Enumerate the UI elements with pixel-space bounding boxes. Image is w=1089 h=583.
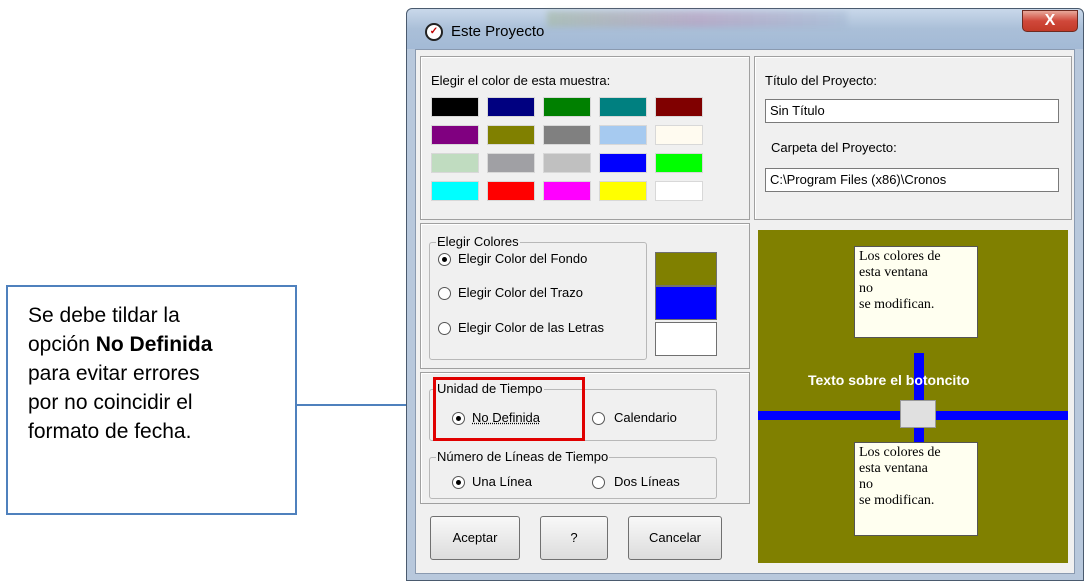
callout-line-2-prefix: opción <box>28 333 96 356</box>
colors-group: Elegir Colores Elegir Color del Fondo El… <box>429 234 647 360</box>
background-color-preview[interactable] <box>655 252 717 286</box>
radio-calendario[interactable] <box>592 412 605 425</box>
palette-label: Elegir el color de esta muestra: <box>431 73 611 88</box>
color-swatch[interactable] <box>543 125 591 145</box>
project-title-input[interactable]: Sin Título <box>765 99 1059 123</box>
color-swatch[interactable] <box>655 97 703 117</box>
callout-line-2: opción No Definida <box>28 330 295 359</box>
cancel-button[interactable]: Cancelar <box>628 516 722 560</box>
color-swatch[interactable] <box>655 153 703 173</box>
radio-una-linea[interactable] <box>452 476 465 489</box>
close-button[interactable]: X <box>1022 10 1078 32</box>
radio-stroke-color[interactable] <box>438 287 451 300</box>
color-swatch[interactable] <box>543 181 591 201</box>
color-swatch[interactable] <box>599 181 647 201</box>
color-swatch[interactable] <box>655 125 703 145</box>
option-background-label[interactable]: Elegir Color del Fondo <box>458 251 587 266</box>
palette-panel: Elegir el color de esta muestra: <box>420 56 750 220</box>
colors-panel: Elegir Colores Elegir Color del Fondo El… <box>420 223 750 369</box>
timelines-group: Número de Líneas de Tiempo Una Línea Dos… <box>429 449 717 499</box>
annotation-callout: Se debe tildar la opción No Definida par… <box>6 285 297 515</box>
callout-line-1: Se debe tildar la <box>28 304 180 327</box>
color-swatch[interactable] <box>543 97 591 117</box>
callout-line-4: por no coincidir el <box>28 391 193 414</box>
color-swatch[interactable] <box>431 97 479 117</box>
project-dialog: ✓ Este Proyecto X Elegir el color de est… <box>406 8 1084 581</box>
project-folder-input[interactable]: C:\Program Files (x86)\Cronos <box>765 168 1059 192</box>
color-swatch[interactable] <box>487 153 535 173</box>
color-swatch[interactable] <box>599 125 647 145</box>
dialog-client-area: Elegir el color de esta muestra: Título … <box>415 49 1075 574</box>
option-stroke-label[interactable]: Elegir Color del Trazo <box>458 285 583 300</box>
color-swatch[interactable] <box>487 125 535 145</box>
color-preview-area: Los colores de esta ventana no se modifi… <box>758 230 1068 563</box>
color-swatch[interactable] <box>431 153 479 173</box>
callout-line-5: formato de fecha. <box>28 420 192 443</box>
color-swatch[interactable] <box>655 181 703 201</box>
color-swatch[interactable] <box>431 125 479 145</box>
option-una-linea-label[interactable]: Una Línea <box>472 474 532 489</box>
preview-note-top: Los colores de esta ventana no se modifi… <box>854 246 978 338</box>
color-swatch[interactable] <box>487 181 535 201</box>
window-title: Este Proyecto <box>451 23 545 40</box>
color-swatch[interactable] <box>431 181 479 201</box>
option-letters-label[interactable]: Elegir Color de las Letras <box>458 320 604 335</box>
color-swatch[interactable] <box>487 97 535 117</box>
title-bar[interactable]: ✓ Este Proyecto X <box>407 9 1083 49</box>
colors-group-label: Elegir Colores <box>436 234 520 249</box>
preview-note-bottom: Los colores de esta ventana no se modifi… <box>854 442 978 536</box>
radio-background-color[interactable] <box>438 253 451 266</box>
annotation-highlight-box <box>433 377 585 441</box>
project-title-label: Título del Proyecto: <box>765 73 877 88</box>
stroke-color-preview[interactable] <box>655 286 717 320</box>
color-swatch[interactable] <box>599 97 647 117</box>
accept-button[interactable]: Aceptar <box>430 516 520 560</box>
radio-letters-color[interactable] <box>438 322 451 335</box>
title-bar-background-blur <box>547 11 847 27</box>
letters-color-preview[interactable] <box>655 322 717 356</box>
option-calendario-label[interactable]: Calendario <box>614 410 677 425</box>
clock-check-icon: ✓ <box>425 23 443 41</box>
radio-dos-lineas[interactable] <box>592 476 605 489</box>
preview-small-button[interactable] <box>900 400 936 428</box>
project-info-panel: Título del Proyecto: Sin Título Carpeta … <box>754 56 1072 220</box>
callout-highlight-text: No Definida <box>95 333 213 356</box>
timelines-group-label: Número de Líneas de Tiempo <box>436 449 610 464</box>
color-swatch[interactable] <box>599 153 647 173</box>
help-button[interactable]: ? <box>540 516 608 560</box>
color-swatch[interactable] <box>543 153 591 173</box>
project-folder-label: Carpeta del Proyecto: <box>771 140 897 155</box>
option-dos-lineas-label[interactable]: Dos Líneas <box>614 474 680 489</box>
preview-button-text: Texto sobre el botoncito <box>808 372 970 388</box>
callout-line-3: para evitar errores <box>28 362 200 385</box>
